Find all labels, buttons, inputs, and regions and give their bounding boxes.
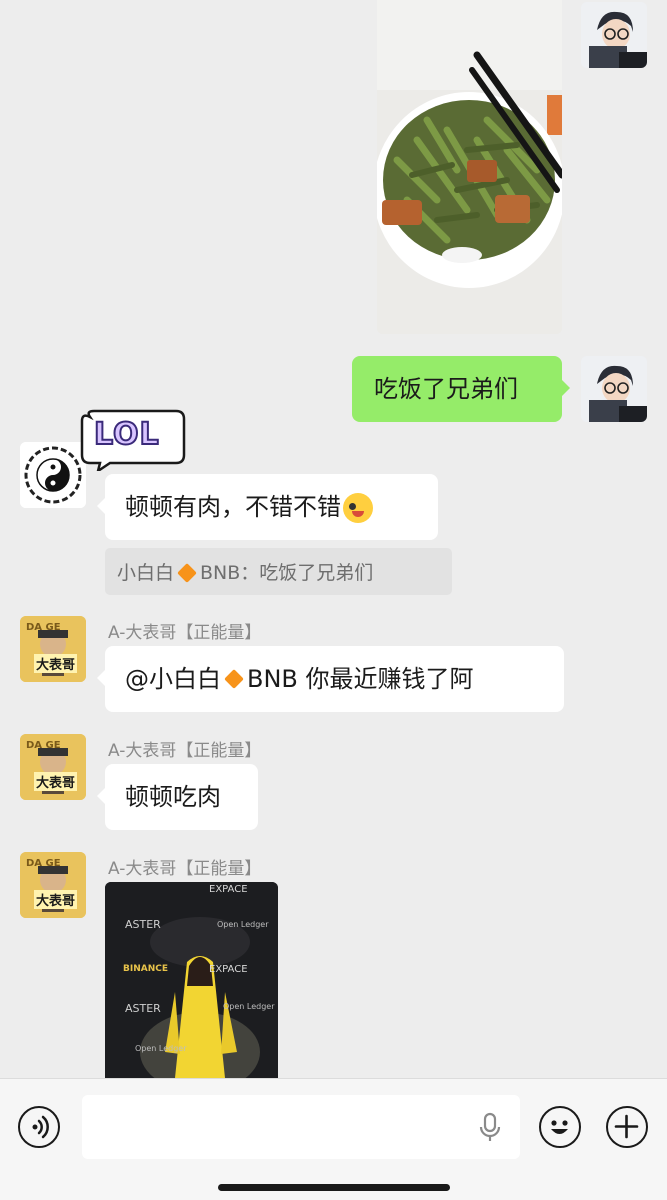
friend-avatar-dabiaoge[interactable]: DA GE 大表哥 [20, 852, 86, 918]
event-logo: Open Ledger [217, 920, 269, 929]
emoji-button[interactable] [539, 1106, 581, 1148]
friend-avatar-dabiaoge[interactable]: DA GE 大表哥 [20, 734, 86, 800]
yin-yang-dragon-icon [20, 442, 86, 508]
smirk-emoji-icon [343, 493, 373, 523]
event-logo: Open Ledger [223, 1002, 275, 1011]
avatar-caption: 大表哥 [34, 890, 78, 909]
boy-with-laptop-icon [581, 2, 647, 68]
self-avatar[interactable] [581, 2, 647, 68]
more-actions-button[interactable] [606, 1106, 648, 1148]
event-logo: EXPACE [209, 964, 248, 975]
sender-name: A-大表哥【正能量】 [108, 623, 262, 643]
quote-text: BNB：吃饭了兄弟们 [200, 562, 374, 584]
friend-message-text: 顿顿吃肉 [125, 783, 221, 811]
lol-sticker[interactable]: LOL [80, 409, 188, 474]
friend-message-text: 顿顿有肉，不错不错 [125, 493, 341, 521]
food-photo[interactable] [377, 0, 562, 334]
voice-toggle-button[interactable] [18, 1106, 60, 1148]
event-photo[interactable]: ASTER Open Ledger BINANCE EXPACE ASTER O… [105, 882, 278, 1078]
event-logo: Open Ledger [135, 1044, 187, 1053]
event-photo-image [105, 882, 278, 1078]
sender-name: A-大表哥【正能量】 [108, 859, 262, 879]
event-logo: ASTER [125, 918, 161, 931]
boy-with-laptop-icon [581, 356, 647, 422]
friend-message-bubble[interactable]: @小白白 BNB 你最近赚钱了阿 [97, 646, 564, 712]
avatar-top-text: DA GE [26, 858, 61, 869]
event-logo: BINANCE [123, 964, 168, 974]
avatar-top-text: DA GE [26, 622, 61, 633]
friend-message-bubble[interactable]: 顿顿吃肉 [97, 764, 258, 830]
smiley-icon [551, 1120, 568, 1134]
self-message-text: 吃饭了兄弟们 [374, 375, 518, 403]
mention-message-text: BNB 你最近赚钱了阿 [247, 665, 474, 693]
event-logo: ASTER [125, 1002, 161, 1015]
self-message-bubble[interactable]: 吃饭了兄弟们 [352, 356, 570, 422]
quoted-message[interactable]: 小白白 BNB：吃饭了兄弟们 [105, 548, 452, 595]
microphone-icon[interactable] [478, 1112, 502, 1144]
chat-input-bar [0, 1078, 667, 1200]
friend-avatar-yinyang[interactable] [20, 442, 86, 508]
quote-sender: 小白白 [117, 562, 175, 584]
avatar-caption: 大表哥 [34, 772, 78, 791]
mention-text: @小白白 [125, 665, 221, 693]
sender-name: A-大表哥【正能量】 [108, 741, 262, 761]
friend-avatar-dabiaoge[interactable]: DA GE 大表哥 [20, 616, 86, 682]
friend-message-bubble[interactable]: 顿顿有肉，不错不错 [97, 474, 438, 540]
avatar-top-text: DA GE [26, 740, 61, 751]
event-logo: EXPACE [209, 884, 248, 895]
self-avatar[interactable] [581, 356, 647, 422]
lol-sticker-text: LOL [93, 416, 160, 453]
plus-icon [614, 1114, 639, 1139]
message-input[interactable] [82, 1095, 520, 1159]
food-photo-image [377, 0, 562, 334]
bnb-diamond-icon [177, 562, 197, 583]
voice-wave-icon [32, 1115, 49, 1139]
home-indicator[interactable] [218, 1184, 450, 1191]
avatar-caption: 大表哥 [34, 654, 78, 673]
bnb-diamond-icon [224, 669, 244, 689]
